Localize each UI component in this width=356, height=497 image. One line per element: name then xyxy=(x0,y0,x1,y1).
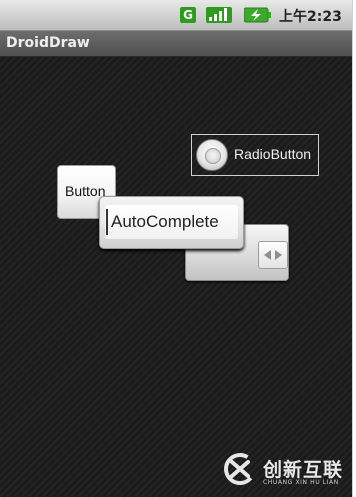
title-bar: DroidDraw xyxy=(0,31,352,57)
device-screen: G 上午2:23 DroidDraw RadioButton Button Au… xyxy=(0,0,353,497)
radio-indicator-icon[interactable] xyxy=(196,139,228,171)
radio-button[interactable]: RadioButton xyxy=(191,134,319,176)
g-icon: G xyxy=(180,7,196,23)
autocomplete-text: AutoComplete xyxy=(111,212,219,231)
watermark-en-text: CHUANG XIN HU LIAN xyxy=(263,479,339,486)
canvas-area[interactable]: RadioButton Button AutoComplete xyxy=(0,57,352,497)
status-clock: 上午2:23 xyxy=(279,9,342,25)
g-icon-label: G xyxy=(183,8,193,22)
radio-button-label: RadioButton xyxy=(234,146,312,162)
battery-charging-icon xyxy=(244,7,271,23)
status-bar: G 上午2:23 xyxy=(0,0,352,31)
text-cursor xyxy=(106,209,108,235)
spinner-arrow-button[interactable] xyxy=(258,241,288,269)
autocomplete-input[interactable]: AutoComplete xyxy=(105,205,238,239)
autocomplete-field[interactable]: AutoComplete xyxy=(99,196,244,249)
watermark: 创新互联 CHUANG XIN HU LIAN xyxy=(223,452,351,492)
chuangxin-logo-icon xyxy=(224,453,256,485)
signal-icon xyxy=(206,7,232,23)
spinner-arrows-icon xyxy=(264,250,282,260)
app-title: DroidDraw xyxy=(6,35,90,51)
watermark-cn-text: 创新互联 xyxy=(263,459,344,481)
